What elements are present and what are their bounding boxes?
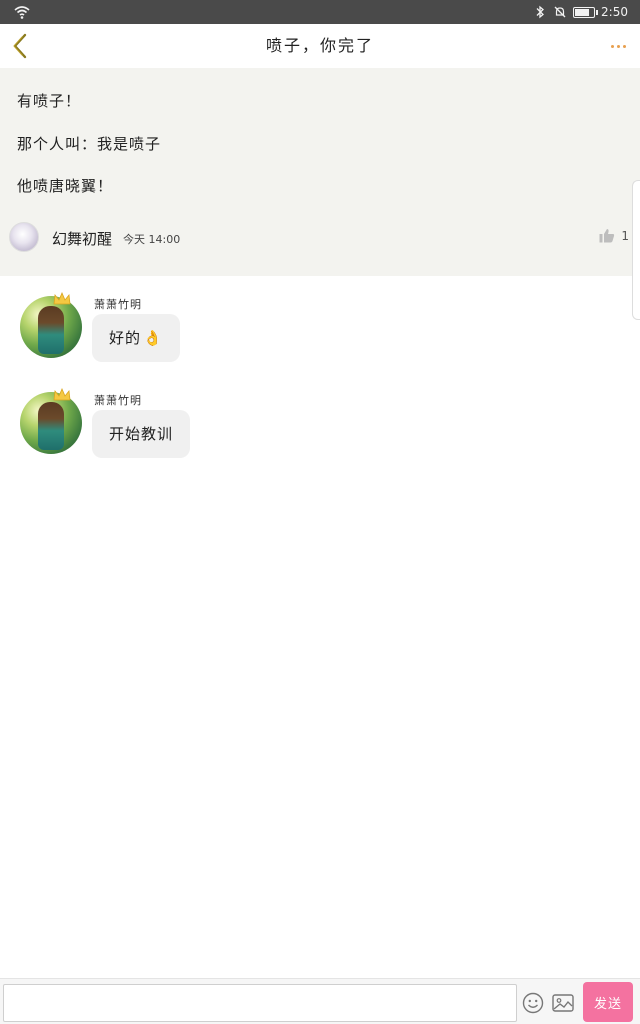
author-avatar[interactable]: [9, 222, 39, 252]
image-icon[interactable]: [552, 993, 574, 1013]
like-button[interactable]: 1: [599, 228, 629, 243]
chat-message: 萧萧竹明 好的 👌: [0, 276, 640, 366]
composer-bar: 发送: [0, 978, 640, 1024]
author-name[interactable]: 幻舞初醒: [52, 228, 112, 249]
sender-name: 萧萧竹明: [94, 298, 142, 311]
status-time: 2:50: [601, 5, 628, 19]
chat-message: 萧萧竹明 开始教训: [0, 372, 640, 462]
crown-icon: [53, 292, 71, 305]
smiley-icon[interactable]: [522, 992, 544, 1014]
bluetooth-icon: [536, 5, 545, 19]
message-input[interactable]: [3, 984, 517, 1022]
message-text: 开始教训: [109, 425, 174, 443]
post-line: 他喷唐晓翼！: [17, 177, 114, 195]
message-text: 好的: [109, 329, 142, 347]
sender-avatar[interactable]: [20, 292, 82, 358]
crown-icon: [53, 388, 71, 401]
sender-avatar[interactable]: [20, 388, 82, 454]
page-title: 喷子，你完了: [265, 36, 374, 55]
like-count: 1: [621, 228, 629, 243]
ok-hand-emoji-icon: 👌: [143, 329, 163, 347]
send-button[interactable]: 发送: [583, 982, 633, 1022]
top-nav-bar: 喷子，你完了: [0, 24, 640, 68]
more-options-button[interactable]: [606, 34, 630, 58]
battery-icon: [573, 6, 599, 18]
mute-bell-icon: [554, 6, 566, 18]
sender-name: 萧萧竹明: [94, 394, 142, 407]
post-time: 今天 14:00: [123, 233, 181, 246]
status-bar: 2:50: [0, 0, 640, 24]
wifi-icon: [14, 6, 30, 19]
more-dots-icon: [610, 44, 614, 48]
post-line: 有喷子！: [17, 92, 82, 110]
post-card: 有喷子！ 那个人叫：我是喷子 他喷唐晓翼！ 幻舞初醒 今天 14:00 1: [0, 68, 640, 276]
message-bubble[interactable]: 开始教训: [92, 410, 191, 458]
message-bubble[interactable]: 好的 👌: [92, 314, 180, 362]
post-author-row: 幻舞初醒 今天 14:00 1: [9, 222, 629, 252]
thumbs-up-icon: [599, 229, 615, 243]
post-line: 那个人叫：我是喷子: [17, 135, 162, 153]
